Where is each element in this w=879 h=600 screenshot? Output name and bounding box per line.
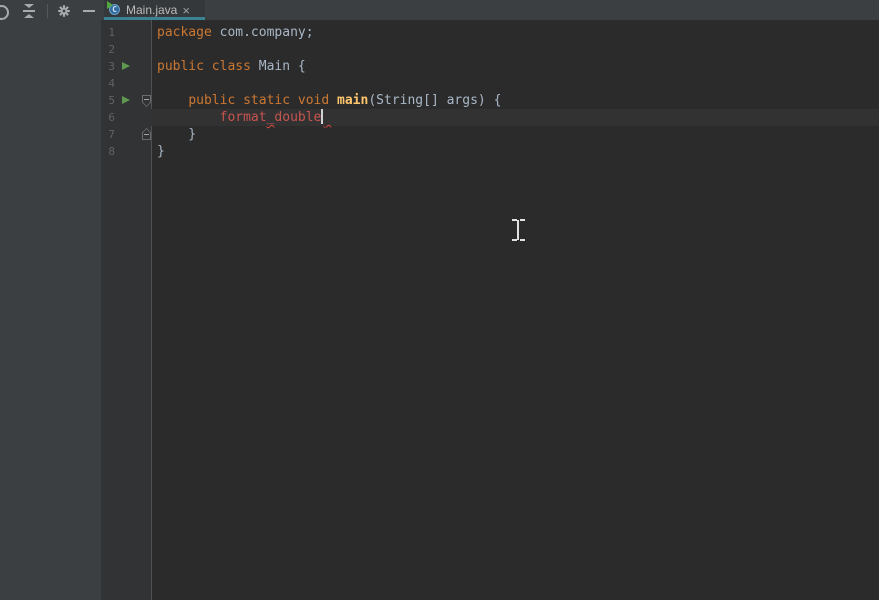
project-panel-toolbar — [0, 0, 101, 22]
code-text[interactable]: package com.company; — [152, 24, 879, 41]
line-number: 5 — [101, 94, 115, 107]
code-line[interactable]: 2 — [101, 41, 879, 58]
line-number: 8 — [101, 145, 115, 158]
code-text[interactable]: format_double — [152, 109, 879, 126]
code-lines: 1 package com.company; 2 3 public class Main… — [101, 24, 879, 160]
code-token: } — [157, 127, 196, 142]
fold-marker-icon[interactable] — [142, 95, 151, 107]
code-token: (String[] args) { — [368, 93, 501, 108]
code-text[interactable] — [152, 75, 879, 92]
code-token: Main { — [251, 59, 306, 74]
ide-window: C Main.java × 1 package com.company; 2 3 pub… — [0, 0, 879, 600]
code-line[interactable]: 1 package com.company; — [101, 24, 879, 41]
line-number: 4 — [101, 77, 115, 90]
fold-marker-icon[interactable] — [142, 128, 151, 140]
tab-close-icon[interactable]: × — [182, 4, 190, 17]
tab-main-java[interactable]: C Main.java × — [104, 0, 205, 20]
code-line[interactable]: 8} — [101, 143, 879, 160]
code-token: format — [220, 110, 267, 125]
line-number: 6 — [101, 111, 115, 124]
code-token: package — [157, 25, 212, 40]
code-text[interactable]: } — [152, 143, 879, 160]
code-line[interactable]: 3 public class Main { — [101, 58, 879, 75]
run-icon[interactable] — [122, 62, 130, 70]
line-number: 1 — [101, 26, 115, 39]
code-token: public class — [157, 59, 251, 74]
line-number: 2 — [101, 43, 115, 56]
collapse-all-icon[interactable] — [21, 3, 37, 19]
code-line[interactable]: 7 } — [101, 126, 879, 143]
code-text[interactable]: public class Main { — [152, 58, 879, 75]
code-token: com.company; — [212, 25, 314, 40]
code-token: } — [157, 144, 165, 159]
toolbar-divider — [47, 4, 48, 18]
tab-label: Main.java — [126, 3, 177, 17]
run-icon[interactable] — [122, 96, 130, 104]
code-text[interactable]: public static void main(String[] args) { — [152, 92, 879, 109]
line-number: 3 — [101, 60, 115, 73]
code-text[interactable]: } — [152, 126, 879, 143]
history-icon[interactable] — [0, 3, 8, 19]
gutter-cell: 1 — [101, 24, 152, 41]
editor-tab-bar: C Main.java × — [101, 0, 879, 20]
code-token: public static void — [188, 93, 337, 108]
settings-gear-icon[interactable] — [56, 3, 72, 19]
java-class-runnable-icon: C — [108, 3, 122, 17]
code-line[interactable]: 5 public static void main(String[] args)… — [101, 92, 879, 109]
history-icon-circle — [0, 5, 9, 20]
gutter-cell: 3 — [101, 58, 152, 75]
gutter-cell: 4 — [101, 75, 152, 92]
code-line[interactable]: 6 format_double — [101, 109, 879, 126]
gutter-cell: 8 — [101, 143, 152, 160]
code-token — [157, 93, 188, 108]
code-text[interactable] — [152, 41, 879, 58]
hide-panel-minus-icon[interactable] — [81, 3, 97, 19]
gutter-cell: 7 — [101, 126, 152, 143]
code-token: double — [274, 110, 321, 125]
run-overlay-icon — [107, 1, 113, 9]
code-token: main — [337, 93, 368, 108]
gutter-cell: 2 — [101, 41, 152, 58]
code-line[interactable]: 4 — [101, 75, 879, 92]
project-panel — [0, 0, 101, 600]
code-token — [157, 110, 220, 125]
line-number: 7 — [101, 128, 115, 141]
code-editor[interactable]: 1 package com.company; 2 3 public class Main… — [101, 20, 879, 600]
code-token — [323, 110, 331, 125]
gutter-cell: 6 — [101, 109, 152, 126]
gutter-cell: 5 — [101, 92, 152, 109]
